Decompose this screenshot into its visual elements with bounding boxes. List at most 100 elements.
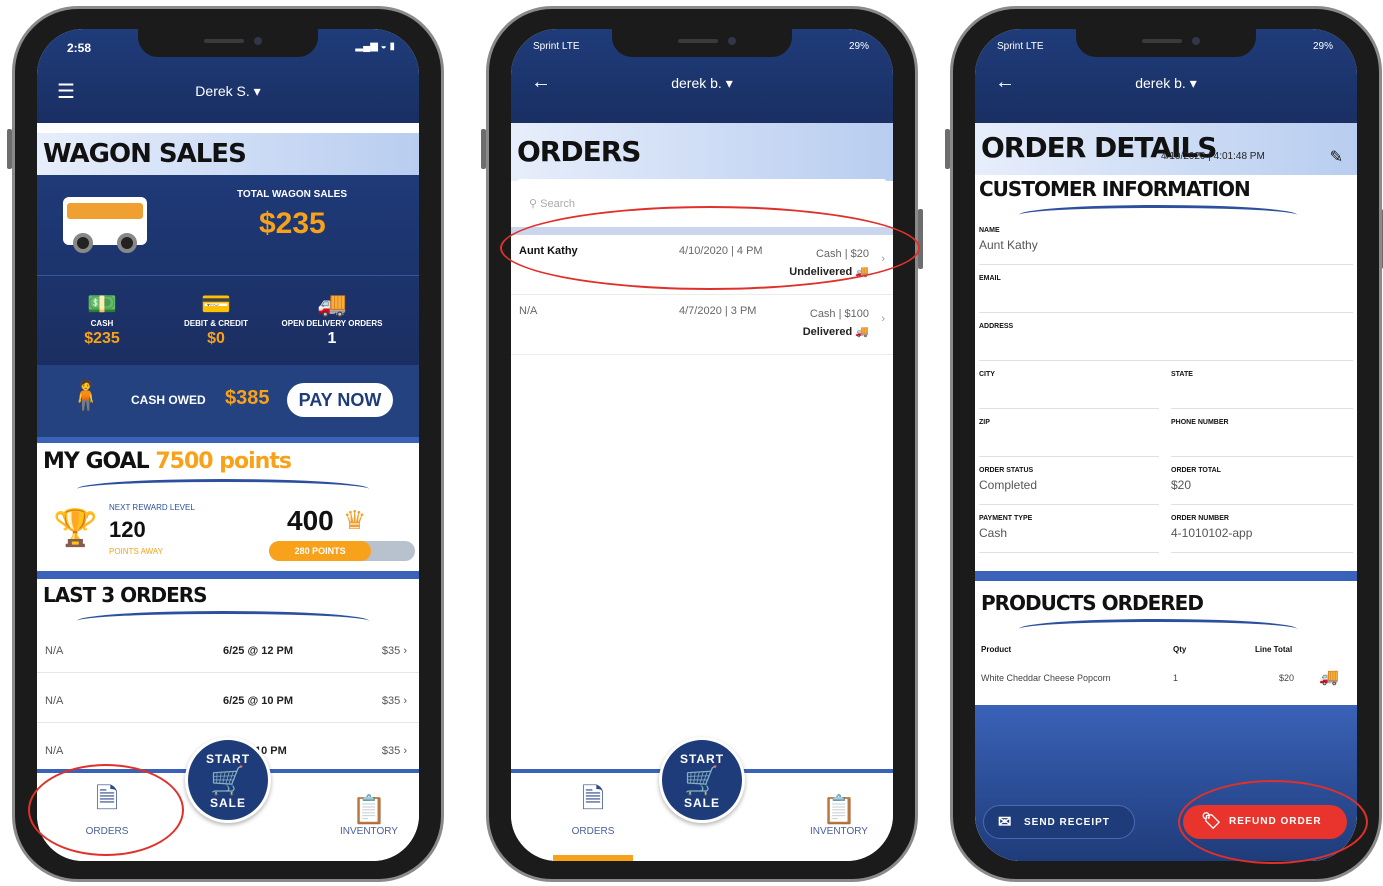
products-section: PRODUCTS ORDERED Product Qty Line Total … [975, 571, 1357, 705]
swoosh-divider [77, 479, 369, 489]
phone-field: PHONE NUMBER [1171, 411, 1353, 457]
side-button [481, 129, 486, 169]
title-band: ORDERS [511, 123, 893, 181]
start-sale-button[interactable]: START 🛒 SALE [659, 737, 745, 823]
order-number-field: ORDER NUMBER 4-1010102-app [1171, 507, 1353, 553]
goal-points: 7500 points [155, 449, 292, 474]
list-item[interactable]: N/A 6/25 @ 10 PM $35 › [37, 675, 419, 723]
orders-icon: 🗎 [581, 783, 605, 814]
col-header-line-total: Line Total [1255, 645, 1293, 654]
screen-order-details: Sprint LTE 29% ← derek b. ▾ ORDER DETAIL… [975, 29, 1357, 861]
battery-status: 29% [848, 41, 869, 52]
side-button [918, 209, 923, 269]
field-label: ORDER STATUS [979, 467, 1034, 474]
trophy-icon: 🏆 [53, 507, 98, 548]
field-label: ORDER TOTAL [1171, 467, 1221, 474]
last-orders-title: LAST 3 ORDERS [43, 583, 208, 607]
city-field: CITY [979, 363, 1159, 409]
nav-inventory[interactable]: 📋 INVENTORY [329, 793, 409, 837]
order-name: N/A [45, 695, 64, 707]
field-label: CITY [979, 371, 995, 378]
phone-frame-1: 2:58 ▂▄▆ ◒ ▮ ☰ Derek S. ▾ WAGON SALES TO… [7, 6, 444, 882]
signal-icons: ▂▄▆ ◒ ▮ [355, 41, 395, 52]
swoosh-divider [1019, 619, 1297, 629]
list-item[interactable]: N/A 4/7/2020 | 3 PM Cash | $100 Delivere… [511, 295, 893, 355]
order-payment: Cash | $100 Delivered 🚚 [802, 308, 869, 338]
highlight-ring [28, 764, 184, 856]
inventory-icon: 📋 [821, 794, 857, 825]
field-label: EMAIL [979, 275, 1001, 282]
user-dropdown[interactable]: Derek S. ▾ [37, 83, 419, 100]
swoosh-divider [1019, 205, 1297, 215]
order-time: 6/25 @ 12 PM [223, 645, 294, 657]
crown-icon: ♛ [343, 505, 367, 535]
order-date: 4/10/2020 | 4:01:48 PM [1161, 151, 1265, 162]
edit-icon[interactable]: ✎ [1330, 147, 1343, 167]
nav-inventory[interactable]: 📋 INVENTORY [799, 793, 879, 837]
points-progress-bar: 280 POINTS [269, 541, 415, 561]
send-receipt-button[interactable]: ✉ SEND RECEIPT [983, 805, 1135, 839]
highlight-ring [1178, 780, 1368, 864]
status-time: 2:58 [67, 41, 92, 55]
fab-bottom-label: SALE [683, 796, 720, 810]
goal-section: MY GOAL 7500 points 🏆 NEXT REWARD LEVEL … [37, 437, 419, 571]
inventory-icon: 📋 [351, 794, 387, 825]
envelope-icon: ✉ [998, 814, 1013, 831]
sales-summary: TOTAL WAGON SALES $235 💵 CASH $235 💳 DEB… [37, 175, 419, 387]
order-name: N/A [45, 645, 64, 657]
field-label: NAME [979, 227, 1000, 234]
cash-owed-row: 🧍 CASH OWED $385 PAY NOW [37, 365, 419, 437]
stat-cash: 💵 CASH $235 [47, 290, 157, 348]
field-label: PAYMENT TYPE [979, 515, 1033, 522]
col-header-qty: Qty [1173, 645, 1187, 654]
fab-top-label: START [205, 752, 251, 766]
nav-label: ORDERS [571, 826, 615, 837]
product-line-total: $20 [1279, 673, 1295, 683]
screen-dashboard: 2:58 ▂▄▆ ◒ ▮ ☰ Derek S. ▾ WAGON SALES TO… [37, 29, 419, 861]
field-label: PHONE NUMBER [1171, 419, 1229, 426]
notch [1076, 29, 1256, 57]
field-value: Cash [979, 526, 1008, 540]
stat-value: $0 [207, 330, 225, 347]
cart-icon: 🛒 [684, 765, 720, 796]
nav-orders[interactable]: 🗎 ORDERS [553, 778, 633, 837]
points-total: 400 [287, 505, 334, 536]
stat-value: $235 [84, 330, 120, 347]
total-sales-value: $235 [259, 207, 326, 240]
card-icon: 💳 [201, 291, 231, 318]
field-value: $20 [1171, 478, 1192, 492]
delivery-truck-icon: 🚚 [1319, 669, 1339, 686]
stat-debit-credit: 💳 DEBIT & CREDIT $0 [161, 290, 271, 348]
swoosh-divider [77, 611, 369, 621]
order-status-field: ORDER STATUS Completed [979, 459, 1159, 505]
field-label: ZIP [979, 419, 990, 426]
stat-value: 1 [327, 330, 337, 347]
person-icon: 🧍 [67, 380, 105, 413]
name-field: NAME Aunt Kathy [979, 219, 1353, 265]
zip-field: ZIP [979, 411, 1159, 457]
user-dropdown[interactable]: derek b. ▾ [975, 75, 1357, 92]
cart-icon: 🛒 [210, 765, 246, 796]
order-name: N/A [45, 745, 64, 757]
list-item[interactable]: N/A 6/25 @ 12 PM $35 › [37, 625, 419, 673]
order-amount: $35 › [381, 745, 407, 757]
stats-row: 💵 CASH $235 💳 DEBIT & CREDIT $0 🚚 OPEN D… [37, 275, 419, 375]
highlight-ring [500, 206, 920, 290]
field-label: STATE [1171, 371, 1193, 378]
stat-label: CASH [90, 319, 114, 328]
product-name: White Cheddar Cheese Popcorn [981, 673, 1111, 683]
field-value: Aunt Kathy [979, 238, 1038, 252]
chevron-right-icon: › [881, 313, 885, 325]
carrier: Sprint LTE [997, 41, 1044, 52]
payment-type-field: PAYMENT TYPE Cash [979, 507, 1159, 553]
user-dropdown[interactable]: derek b. ▾ [511, 75, 893, 92]
next-reward-label: NEXT REWARD LEVEL [109, 503, 195, 512]
cash-owed-value: $385 [225, 387, 270, 409]
orders-list: Aunt Kathy 4/10/2020 | 4 PM Cash | $20 U… [511, 227, 893, 769]
field-label: ORDER NUMBER [1171, 515, 1229, 522]
goal-title: MY GOAL 7500 points [43, 449, 292, 474]
pay-now-button[interactable]: PAY NOW [287, 383, 393, 417]
screen-orders: Sprint LTE 29% ← derek b. ▾ ORDERS ⚲ Sea… [511, 29, 893, 861]
start-sale-button[interactable]: START 🛒 SALE [185, 737, 271, 823]
order-date: 4/7/2020 | 3 PM [679, 305, 757, 317]
